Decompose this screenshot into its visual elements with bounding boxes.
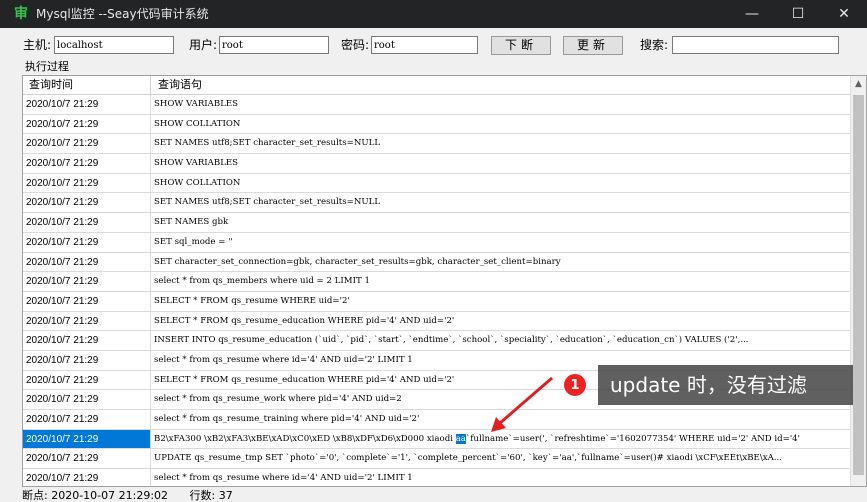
status-bar: 断点: 2020-10-07 21:29:02 行数: 37 bbox=[22, 490, 251, 502]
search-label: 搜索: bbox=[640, 38, 669, 52]
section-title: 执行过程 bbox=[25, 60, 69, 73]
time-cell: 2020/10/7 21:29 bbox=[23, 370, 151, 390]
query-cell: B2\xFA300 \xB2\xFA3\xBE\xAD\xC0\xED \xB8… bbox=[152, 430, 852, 449]
app-icon: 审 bbox=[14, 6, 28, 22]
query-cell: select * from qs_resume where id='4' AND… bbox=[154, 473, 413, 484]
connection-toolbar: 主机: localhost 用户: root 密码: root 下断 更新 搜索… bbox=[0, 28, 867, 62]
breakpoint-status: 断点: 2020-10-07 21:29:02 bbox=[22, 489, 169, 502]
time-cell: 2020/10/7 21:29 bbox=[23, 134, 151, 154]
table-row[interactable]: 2020/10/7 21:29 SHOW VARIABLES bbox=[23, 154, 853, 174]
time-cell: 2020/10/7 21:29 bbox=[23, 350, 151, 370]
query-cell: SET NAMES gbk bbox=[154, 217, 229, 228]
table-row[interactable]: 2020/10/7 21:29 SHOW COLLATION bbox=[23, 173, 853, 194]
vertical-scrollbar[interactable]: ▲ bbox=[850, 76, 866, 486]
row-count-status: 行数: 37 bbox=[189, 489, 233, 502]
disconnect-button[interactable]: 下断 bbox=[491, 36, 551, 55]
time-cell: 2020/10/7 21:29 bbox=[23, 95, 151, 114]
user-input[interactable]: root bbox=[219, 36, 329, 54]
minimize-button[interactable]: — bbox=[729, 0, 775, 28]
table-row[interactable]: 2020/10/7 21:29 SET NAMES gbk bbox=[23, 213, 853, 233]
title-bar: 审 Mysql监控 --Seay代码审计系统 — ☐ ✕ bbox=[0, 0, 867, 28]
password-input[interactable]: root bbox=[371, 36, 478, 54]
table-row[interactable]: 2020/10/7 21:29 SET NAMES utf8;SET charac… bbox=[23, 134, 853, 155]
query-cell: SELECT * FROM qs_resume WHERE uid='2' bbox=[154, 295, 350, 306]
table-row[interactable]: 2020/10/7 21:29 SHOW COLLATION bbox=[23, 114, 853, 135]
table-row[interactable]: 2020/10/7 21:29 INSERT INTO qs_resume_edu… bbox=[23, 331, 853, 351]
query-text-after: `fullname`=user(', `refreshtime`='160207… bbox=[465, 433, 801, 444]
query-cell: SHOW COLLATION bbox=[154, 118, 241, 129]
password-label: 密码: bbox=[341, 38, 370, 52]
host-label: 主机: bbox=[23, 38, 52, 52]
update-button[interactable]: 更新 bbox=[563, 36, 623, 55]
query-cell: select * from qs_members where uid = 2 L… bbox=[154, 276, 370, 287]
time-cell: 2020/10/7 21:29 bbox=[23, 272, 151, 291]
table-row[interactable]: 2020/10/7 21:29 UPDATE qs_resume_tmp SET … bbox=[23, 449, 853, 470]
query-cell: SET character_set_connection=gbk, charac… bbox=[154, 256, 561, 267]
query-highlight: aa bbox=[455, 433, 466, 444]
time-cell: 2020/10/7 21:29 bbox=[23, 213, 151, 232]
query-cell: SET NAMES utf8;SET character_set_results… bbox=[154, 197, 381, 208]
annotation-callout: update 时，没有过滤 bbox=[598, 365, 853, 405]
table-row[interactable]: 2020/10/7 21:29 select * from qs_resume_t… bbox=[23, 410, 853, 430]
time-cell: 2020/10/7 21:29 bbox=[23, 193, 151, 213]
time-cell: 2020/10/7 21:29 bbox=[23, 410, 151, 429]
query-cell: SHOW VARIABLES bbox=[154, 99, 239, 109]
query-cell: SHOW COLLATION bbox=[154, 177, 241, 188]
time-cell: 2020/10/7 21:29 bbox=[23, 390, 151, 409]
time-cell: 2020/10/7 21:29 bbox=[23, 449, 151, 469]
time-cell: 2020/10/7 21:29 bbox=[23, 331, 151, 350]
user-label: 用户: bbox=[189, 38, 218, 52]
table-row[interactable]: 2020/10/7 21:29 SELECT * FROM qs_resume W… bbox=[23, 291, 853, 312]
query-cell: SHOW VARIABLES bbox=[154, 158, 239, 169]
time-cell: 2020/10/7 21:29 bbox=[23, 114, 151, 134]
window-title: Mysql监控 --Seay代码审计系统 bbox=[36, 7, 209, 21]
query-cell: SELECT * FROM qs_resume_education WHERE … bbox=[154, 315, 455, 326]
table-row-selected[interactable]: 2020/10/7 21:29 B2\xFA300 \xB2\xFA3\xBE\x… bbox=[23, 429, 853, 450]
table-row[interactable]: 2020/10/7 21:29 select * from qs_resume w… bbox=[23, 469, 853, 486]
table-row[interactable]: 2020/10/7 21:29 SET sql_mode = '' bbox=[23, 232, 853, 253]
table-row[interactable]: 2020/10/7 21:29 SET NAMES utf8;SET charac… bbox=[23, 193, 853, 214]
search-input[interactable] bbox=[672, 36, 839, 54]
query-cell: UPDATE qs_resume_tmp SET `photo`='0', `c… bbox=[154, 453, 782, 464]
grid-rows: 2020/10/7 21:29 SHOW VARIABLES 2020/10/7 … bbox=[23, 95, 853, 486]
column-header-time[interactable]: 查询时间 bbox=[23, 76, 151, 94]
time-cell: 2020/10/7 21:29 bbox=[23, 173, 151, 193]
table-row[interactable]: 2020/10/7 21:29 select * from qs_members … bbox=[23, 272, 853, 292]
table-row[interactable]: 2020/10/7 21:29 SHOW VARIABLES bbox=[23, 95, 853, 115]
close-button[interactable]: ✕ bbox=[821, 0, 867, 28]
query-log-grid[interactable]: 查询时间 查询语句 2020/10/7 21:29 SHOW VARIABLES … bbox=[22, 75, 867, 487]
host-input[interactable]: localhost bbox=[54, 36, 174, 54]
query-text-before: B2\xFA300 \xB2\xFA3\xBE\xAD\xC0\xED \xB8… bbox=[154, 433, 456, 444]
grid-header: 查询时间 查询语句 bbox=[23, 76, 853, 95]
scrollbar-thumb[interactable] bbox=[853, 95, 864, 475]
scroll-up-icon[interactable]: ▲ bbox=[854, 79, 863, 89]
table-row[interactable]: 2020/10/7 21:29 SET character_set_connect… bbox=[23, 252, 853, 273]
time-cell: 2020/10/7 21:29 bbox=[23, 469, 151, 486]
time-cell: 2020/10/7 21:29 bbox=[23, 154, 151, 173]
query-cell: select * from qs_resume_training where p… bbox=[154, 414, 420, 424]
column-header-query[interactable]: 查询语句 bbox=[152, 76, 852, 94]
time-cell: 2020/10/7 21:29 bbox=[23, 311, 151, 331]
query-cell: INSERT INTO qs_resume_education (`uid`, … bbox=[154, 335, 749, 346]
time-cell: 2020/10/7 21:29 bbox=[23, 291, 151, 311]
query-cell: SET sql_mode = '' bbox=[154, 236, 233, 247]
table-row[interactable]: 2020/10/7 21:29 SELECT * FROM qs_resume_e… bbox=[23, 311, 853, 332]
time-cell: 2020/10/7 21:29 bbox=[23, 429, 151, 449]
query-cell: SET NAMES utf8;SET character_set_results… bbox=[154, 138, 381, 149]
time-cell: 2020/10/7 21:29 bbox=[23, 232, 151, 252]
annotation-badge: 1 bbox=[563, 373, 587, 397]
time-cell: 2020/10/7 21:29 bbox=[23, 252, 151, 272]
maximize-button[interactable]: ☐ bbox=[775, 0, 821, 28]
